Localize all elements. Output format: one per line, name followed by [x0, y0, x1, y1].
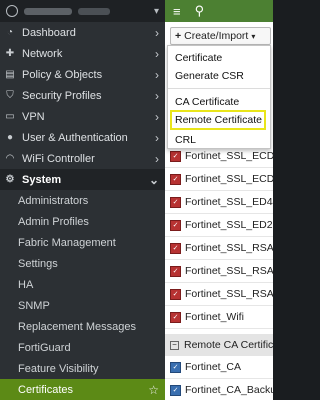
- chevron-down-icon: ⌄: [148, 172, 159, 187]
- sidebar-item-label: WiFi Controller: [22, 152, 95, 165]
- cert-name: Fortinet_CA: [185, 361, 242, 373]
- sidebar-subitem-snmp[interactable]: SNMP: [0, 295, 165, 316]
- table-row[interactable]: ✓ Fortinet_CA_Backup: [165, 379, 273, 400]
- chevron-down-icon[interactable]: ▾: [154, 6, 159, 17]
- sidebar-subitem-feature-visibility[interactable]: Feature Visibility: [0, 358, 165, 379]
- sidebar-header[interactable]: ▾: [0, 0, 165, 22]
- sidebar-item-vpn[interactable]: ▭ VPN ›: [0, 106, 165, 127]
- table-row[interactable]: ✓ Fortinet_SSL_RSA40: [165, 283, 273, 306]
- certificate-icon: ✓: [170, 288, 181, 300]
- certificate-icon: ✓: [170, 311, 181, 323]
- menu-divider: [168, 88, 270, 89]
- sidebar-subitem-ha[interactable]: HA: [0, 274, 165, 295]
- sidebar-item-dashboard[interactable]: ◔ Dashboard ›: [0, 22, 165, 43]
- table-row[interactable]: ✓ Fortinet_SSL_ED255: [165, 214, 273, 237]
- cert-name: Fortinet_SSL_ECDSA: [185, 173, 273, 185]
- certificate-icon: ✓: [170, 219, 181, 231]
- sidebar-item-user-authentication[interactable]: ● User & Authentication ›: [0, 127, 165, 148]
- menu-item-remote-certificate[interactable]: Remote Certificate: [170, 110, 266, 130]
- star-icon[interactable]: ☆: [148, 383, 159, 397]
- monitor-icon: ▭: [5, 111, 15, 122]
- certificate-icon: ✓: [170, 173, 181, 185]
- table-row[interactable]: ✓ Fortinet_SSL_RSA10: [165, 237, 273, 260]
- sidebar-subitem-replacement-messages[interactable]: Replacement Messages: [0, 316, 165, 337]
- dashboard-icon: ◔: [6, 27, 14, 38]
- user-icon: ●: [6, 132, 14, 143]
- sidebar: ▾ ◔ Dashboard › ✚ Network › ▤ Policy & O…: [0, 0, 165, 400]
- table-row[interactable]: ✓ Fortinet_SSL_RSA20: [165, 260, 273, 283]
- chevron-right-icon: ›: [155, 130, 159, 145]
- ca-certificate-icon: ✓: [170, 384, 181, 396]
- cert-name: Fortinet_SSL_RSA10: [185, 242, 273, 254]
- sidebar-subitem-administrators[interactable]: Administrators: [0, 190, 165, 211]
- create-import-button[interactable]: + Create/Import ▾: [170, 27, 271, 45]
- sidebar-subitem-fabric-management[interactable]: Fabric Management: [0, 232, 165, 253]
- table-row[interactable]: ✓ Fortinet_CA: [165, 356, 273, 379]
- group-label: Remote CA Certificate: [184, 339, 273, 351]
- menu-icon[interactable]: ≡: [173, 4, 181, 19]
- cert-name: Fortinet_SSL_ED255: [185, 219, 273, 231]
- sidebar-subitem-admin-profiles[interactable]: Admin Profiles: [0, 211, 165, 232]
- menu-item-crl[interactable]: CRL: [175, 131, 196, 148]
- cert-name: Fortinet_CA_Backup: [185, 384, 273, 396]
- sidebar-item-label: Policy & Objects: [22, 68, 103, 81]
- sidebar-subitem-label: Certificates: [18, 383, 74, 396]
- menu-item-generate-csr[interactable]: Generate CSR: [175, 67, 244, 84]
- sidebar-item-label: Security Profiles: [22, 89, 102, 102]
- sidebar-item-label: Dashboard: [22, 26, 76, 39]
- certificate-icon: ✓: [170, 150, 181, 162]
- chevron-right-icon: ›: [155, 109, 159, 124]
- sidebar-item-security-profiles[interactable]: ⛉ Security Profiles ›: [0, 85, 165, 106]
- table-row[interactable]: ✓ Fortinet_SSL_ECDSA: [165, 168, 273, 191]
- sidebar-item-policy-objects[interactable]: ▤ Policy & Objects ›: [0, 64, 165, 85]
- sidebar-item-network[interactable]: ✚ Network ›: [0, 43, 165, 64]
- group-header-remote-ca[interactable]: − Remote CA Certificate: [165, 334, 273, 356]
- cert-name: Fortinet_SSL_RSA20: [185, 265, 273, 277]
- sidebar-item-label: System: [22, 173, 62, 186]
- policy-icon: ▤: [5, 69, 15, 80]
- caret-down-icon: ▾: [251, 31, 256, 41]
- certificate-icon: ✓: [170, 242, 181, 254]
- shield-icon: ⛉: [6, 90, 14, 101]
- fortinet-logo-icon: [6, 5, 18, 17]
- ca-certificate-icon: ✓: [170, 361, 181, 373]
- sidebar-item-system[interactable]: ⚙ System ⌄: [0, 169, 165, 190]
- wifi-icon: ◠: [5, 153, 15, 164]
- hostname-redacted: [78, 7, 110, 15]
- sidebar-subitem-settings[interactable]: Settings: [0, 253, 165, 274]
- sidebar-subitem-certificates[interactable]: Certificates ☆: [0, 379, 165, 400]
- hostname-redacted: [24, 7, 72, 15]
- menu-item-certificate[interactable]: Certificate: [175, 49, 222, 66]
- search-icon[interactable]: ⚲: [195, 3, 205, 19]
- sidebar-item-wifi-controller[interactable]: ◠ WiFi Controller ›: [0, 148, 165, 169]
- table-row[interactable]: ✓ Fortinet_Wifi: [165, 306, 273, 329]
- sidebar-item-label: User & Authentication: [22, 131, 128, 144]
- cert-name: Fortinet_Wifi: [185, 311, 244, 323]
- plus-icon: +: [175, 30, 182, 42]
- cert-name: Fortinet_SSL_RSA40: [185, 288, 273, 300]
- create-import-label: Create/Import: [184, 30, 249, 42]
- certificate-icon: ✓: [170, 265, 181, 277]
- top-bar: ≡ ⚲: [165, 0, 273, 22]
- menu-item-ca-certificate[interactable]: CA Certificate: [175, 93, 239, 110]
- table-row[interactable]: ✓ Fortinet_SSL_ED448: [165, 191, 273, 214]
- gear-icon: ⚙: [5, 174, 15, 185]
- cert-name: Fortinet_SSL_ED448: [185, 196, 273, 208]
- create-import-dropdown: Certificate Generate CSR CA Certificate …: [167, 45, 271, 149]
- chevron-right-icon: ›: [155, 46, 159, 61]
- chevron-right-icon: ›: [155, 151, 159, 166]
- chevron-right-icon: ›: [155, 25, 159, 40]
- sidebar-item-label: Network: [22, 47, 63, 60]
- certificate-icon: ✓: [170, 196, 181, 208]
- network-icon: ✚: [5, 48, 15, 59]
- chevron-right-icon: ›: [155, 67, 159, 82]
- cert-name: Fortinet_SSL_ECDSA: [185, 150, 273, 162]
- sidebar-item-label: VPN: [22, 110, 45, 123]
- chevron-right-icon: ›: [155, 88, 159, 103]
- collapse-icon[interactable]: −: [170, 340, 179, 350]
- sidebar-subitem-fortiguard[interactable]: FortiGuard: [0, 337, 165, 358]
